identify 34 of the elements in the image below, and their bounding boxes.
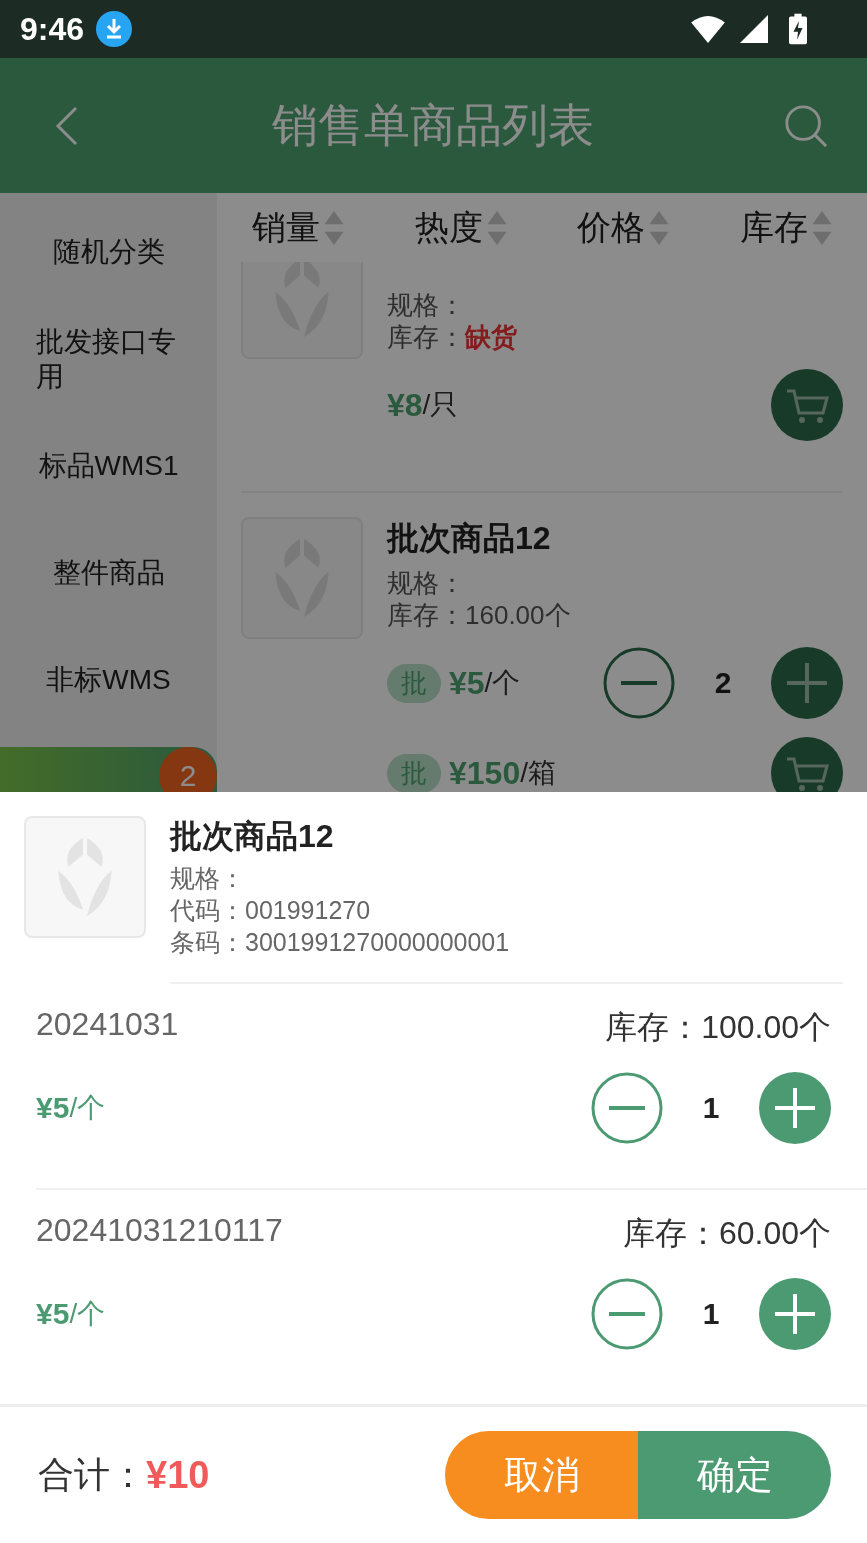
batch-number: 20241031 <box>36 1006 179 1044</box>
price: ¥8 <box>387 386 423 424</box>
product-name: 批次商品12 <box>170 817 335 856</box>
total-amount: ¥10 <box>146 1453 210 1497</box>
product-name: 批次商品12 <box>387 519 552 558</box>
price: ¥5 <box>36 1297 70 1331</box>
product-code: 代码：001991270 <box>170 895 372 926</box>
price-unit: /个 <box>69 1297 106 1331</box>
quantity: 1 <box>701 1297 721 1331</box>
spec-label: 规格： <box>387 567 466 599</box>
batch-number: 20241031210117 <box>36 1212 283 1250</box>
price: ¥5 <box>36 1091 70 1125</box>
batch-stock: 库存：100.00个 <box>605 1008 831 1047</box>
stock-label: 库存： <box>387 600 465 630</box>
wholesale-tag: 批 <box>387 663 441 703</box>
quantity: 1 <box>701 1091 721 1125</box>
clock-time: 9:46 <box>20 10 85 48</box>
quantity: 2 <box>713 666 733 700</box>
price-unit: /只 <box>422 388 459 422</box>
barcode: 条码：3001991270000000001 <box>170 927 511 958</box>
price-unit: /个 <box>484 666 521 700</box>
stock-value: 缺货 <box>465 322 517 352</box>
price: ¥150 <box>449 754 521 792</box>
spec-label: 规格： <box>170 863 246 894</box>
page-title: 销售单商品列表 <box>270 97 595 153</box>
total-label: 合计： <box>38 1452 146 1497</box>
price-unit: /个 <box>69 1091 106 1125</box>
wholesale-tag: 批 <box>387 753 441 793</box>
stock-label: 库存： <box>387 322 465 352</box>
spec-label: 规格： <box>387 289 466 321</box>
price-unit: /箱 <box>520 756 556 790</box>
stock-value: 160.00个 <box>465 600 571 630</box>
batch-stock: 库存：60.00个 <box>622 1214 831 1253</box>
price: ¥5 <box>449 664 485 702</box>
